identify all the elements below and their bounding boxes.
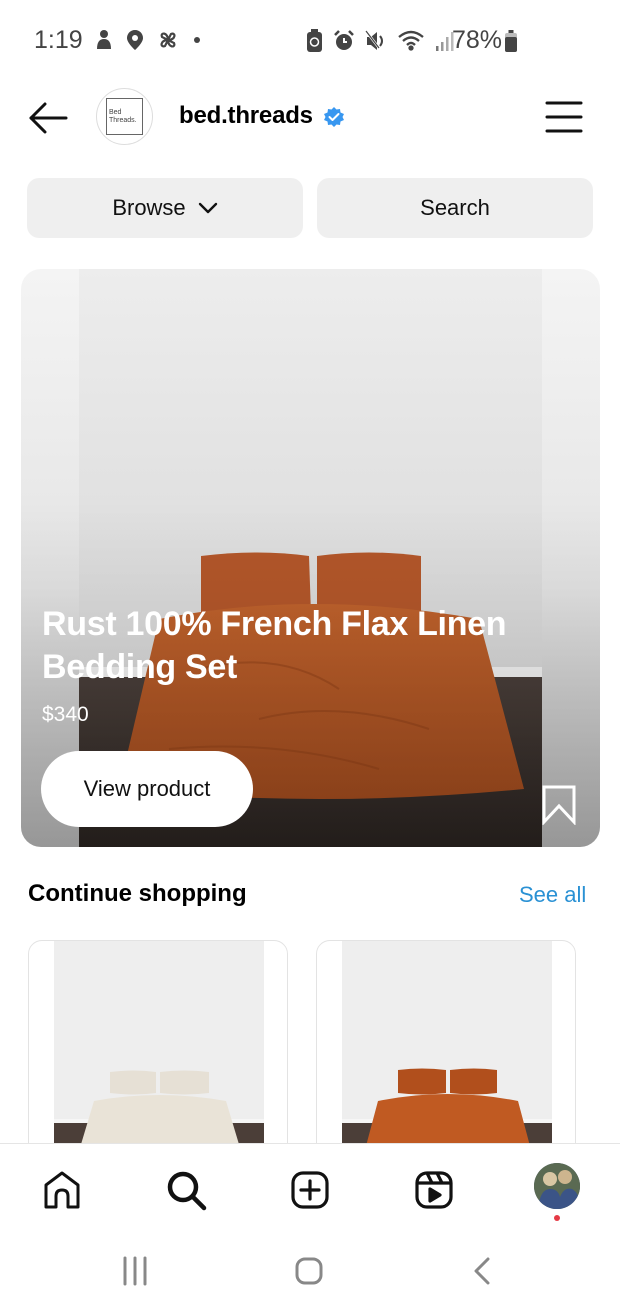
product-thumbnail-image [342, 941, 552, 1159]
view-product-button[interactable]: View product [41, 751, 253, 827]
home-icon [44, 1171, 80, 1209]
nav-create[interactable] [288, 1168, 332, 1212]
verified-badge-icon [324, 107, 344, 127]
back-arrow-icon[interactable] [26, 98, 70, 138]
alarm-icon [334, 30, 354, 50]
hamburger-menu-icon[interactable] [545, 100, 583, 134]
notification-icon [97, 30, 111, 49]
featured-product-card[interactable]: Rust 100% French Flax Linen Bedding Set … [21, 269, 600, 847]
search-button[interactable]: Search [317, 178, 593, 238]
nav-reels[interactable] [412, 1168, 456, 1212]
product-title: Rust 100% French Flax Linen Bedding Set [42, 605, 507, 686]
browse-label: Browse [112, 195, 186, 220]
pinwheel-icon [160, 32, 176, 48]
location-icon [127, 30, 143, 50]
product-thumbnail[interactable] [316, 940, 576, 1160]
profile-avatar[interactable] [534, 1163, 580, 1209]
logo-text-line2: Threads. [109, 117, 137, 124]
logo-text-line1: Bed [109, 109, 122, 116]
nav-home[interactable] [40, 1168, 84, 1212]
continue-shopping-title: Continue shopping [28, 880, 247, 907]
bed-threads-logo: Bed Threads. [106, 98, 143, 135]
product-thumbnail-image [54, 941, 264, 1159]
browse-dropdown-button[interactable]: Browse [27, 178, 303, 238]
profile-photo [534, 1163, 580, 1209]
status-bar: 1:19 78% [0, 0, 620, 80]
see-all-link[interactable]: See all [519, 882, 586, 908]
battery-saver-icon [307, 29, 322, 52]
product-price: $340 [42, 703, 89, 726]
search-icon [167, 1171, 207, 1211]
wifi-icon [398, 30, 424, 51]
battery-icon [505, 30, 517, 52]
shop-avatar[interactable]: Bed Threads. [96, 88, 153, 145]
dot-icon [194, 37, 200, 43]
status-left-icons [94, 28, 202, 52]
recents-icon[interactable] [121, 1255, 149, 1287]
status-time: 1:19 [34, 26, 83, 54]
system-navigation-bar [0, 1231, 620, 1309]
mute-icon [365, 30, 383, 50]
reels-icon [415, 1171, 453, 1209]
battery-percent: 78% [452, 26, 503, 54]
nav-search[interactable] [164, 1168, 208, 1212]
home-button-icon[interactable] [294, 1255, 324, 1287]
create-post-icon [291, 1171, 329, 1209]
back-icon[interactable] [472, 1255, 492, 1287]
chevron-down-icon [198, 202, 217, 214]
bookmark-icon[interactable] [541, 785, 577, 825]
product-thumbnail[interactable] [28, 940, 288, 1160]
status-right-icons [306, 29, 455, 53]
bottom-navigation [0, 1143, 620, 1231]
search-label: Search [420, 195, 490, 220]
profile-header: Bed Threads. bed.threads [0, 80, 620, 160]
notification-dot [554, 1215, 560, 1221]
shop-username[interactable]: bed.threads [179, 102, 313, 130]
